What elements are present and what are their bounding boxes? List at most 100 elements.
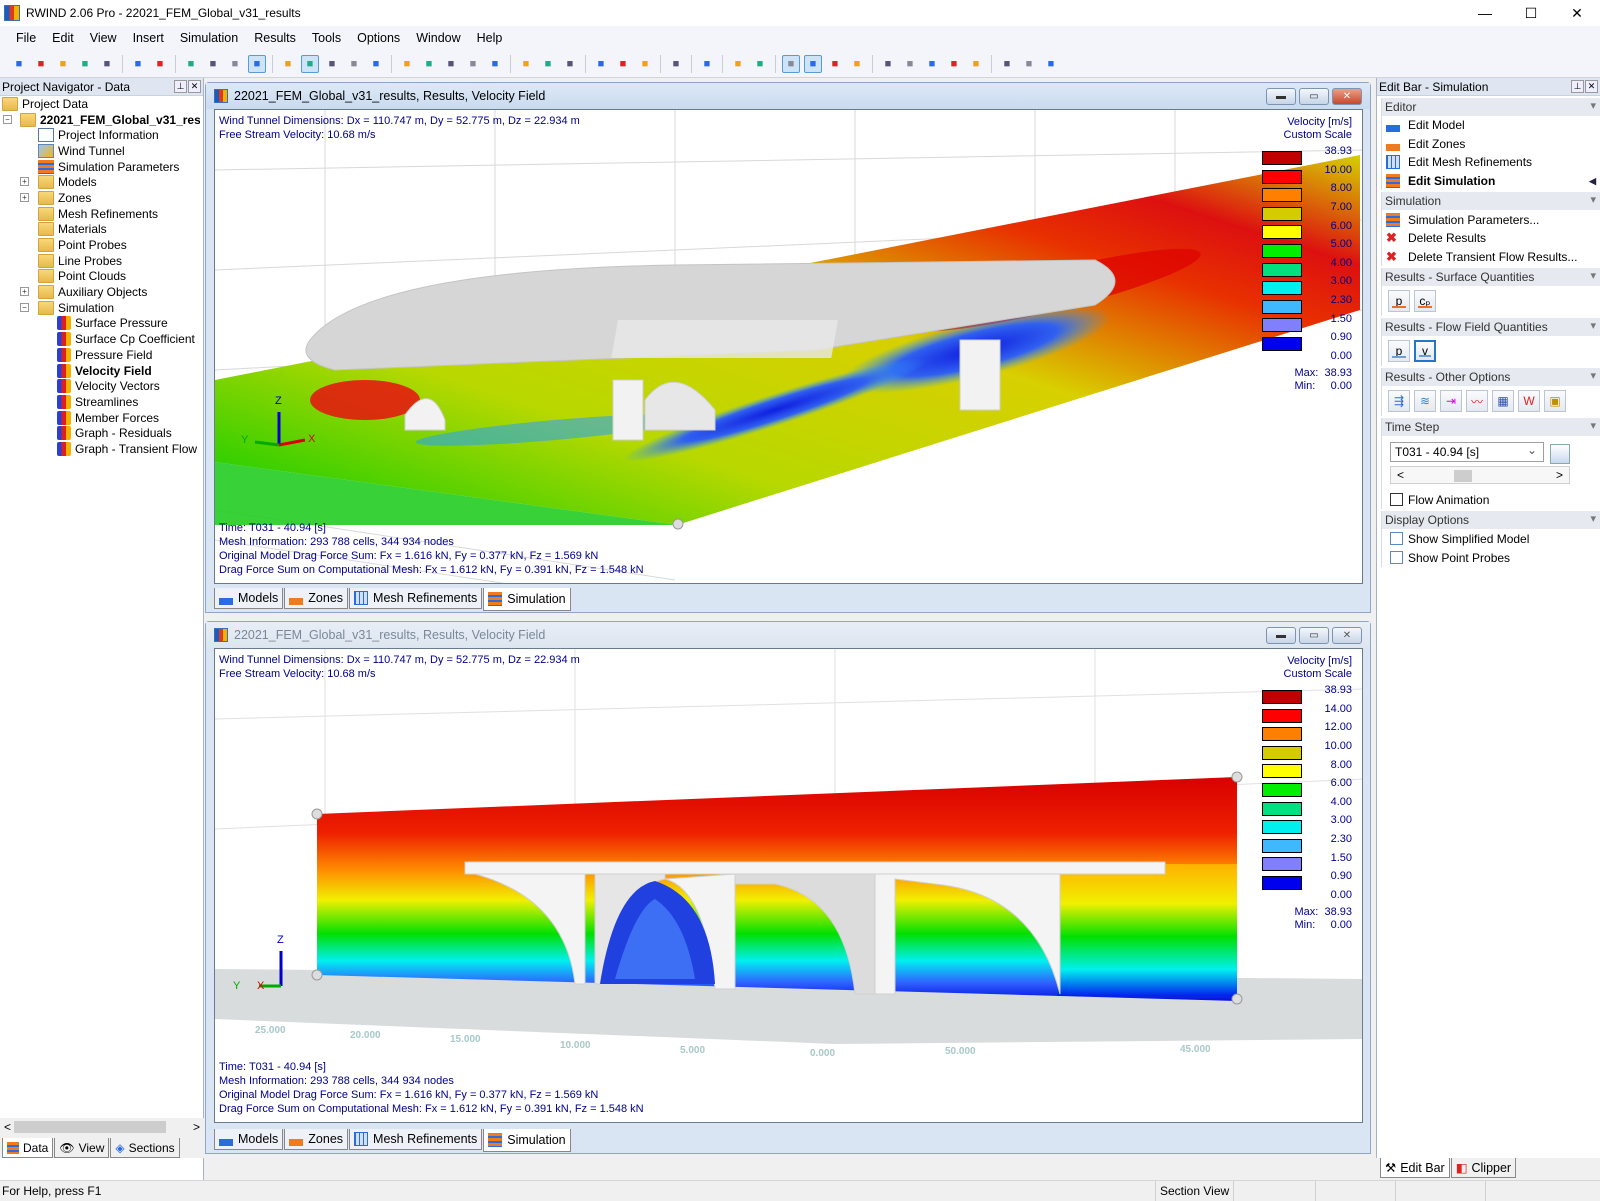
print-icon[interactable]: ■	[98, 55, 116, 73]
tab-mesh-refinements[interactable]: Mesh Refinements	[349, 1129, 483, 1150]
scroll-left-icon[interactable]: <	[1397, 468, 1404, 482]
delete-results-item[interactable]: ✖ Delete Results	[1382, 229, 1600, 248]
redo-icon[interactable]: ■	[151, 55, 169, 73]
tab-simulation[interactable]: Simulation	[483, 588, 571, 611]
tab-clipper[interactable]: ◧ Clipper	[1450, 1158, 1517, 1178]
rotate-icon[interactable]: ■	[323, 55, 341, 73]
iso-view-icon[interactable]: ■	[592, 55, 610, 73]
restore-button[interactable]: ▭	[1299, 627, 1329, 644]
tree-item-velocity-vectors[interactable]: Velocity Vectors	[0, 378, 203, 394]
section-header[interactable]: Time Step	[1382, 418, 1600, 437]
section-header[interactable]: Display Options	[1382, 511, 1600, 530]
new-icon[interactable]: ■	[10, 55, 28, 73]
status-section-view[interactable]: Section View	[1155, 1181, 1233, 1201]
open-icon[interactable]: ■	[32, 55, 50, 73]
expand-icon[interactable]: +	[20, 193, 29, 203]
expand-icon[interactable]: +	[20, 287, 29, 297]
move-icon[interactable]: ■	[345, 55, 363, 73]
minimize-button[interactable]: ▬	[1266, 88, 1296, 105]
render-icon[interactable]: ■	[182, 55, 200, 73]
zoom-all-icon[interactable]: ■	[486, 55, 504, 73]
rotate-right-icon[interactable]: ■	[561, 55, 579, 73]
collapse-icon[interactable]: −	[20, 302, 29, 312]
viewport-section[interactable]: Wind Tunnel Dimensions: Dx = 110.747 m, …	[214, 648, 1363, 1123]
pin-icon[interactable]: ⊥	[174, 80, 187, 93]
shaded-icon[interactable]: ■	[420, 55, 438, 73]
menu-simulation[interactable]: Simulation	[172, 31, 246, 45]
tab-mesh-refinements[interactable]: Mesh Refinements	[349, 588, 483, 609]
menu-tools[interactable]: Tools	[304, 31, 349, 45]
time-step-scrollbar[interactable]: < >	[1390, 466, 1570, 485]
tree-item-point-probes[interactable]: Point Probes	[0, 237, 203, 253]
edit-mesh-item[interactable]: Edit Mesh Refinements	[1382, 153, 1600, 172]
menu-window[interactable]: Window	[408, 31, 468, 45]
tree-item-materials[interactable]: Materials	[0, 222, 203, 238]
snap-icon[interactable]: ■	[226, 55, 244, 73]
menu-file[interactable]: File	[8, 31, 44, 45]
tree-item-surface-pressure[interactable]: Surface Pressure	[0, 316, 203, 332]
close-pane-icon[interactable]: ✕	[188, 80, 201, 93]
tree-item-project-information[interactable]: Project Information	[0, 127, 203, 143]
view-options-icon[interactable]: ■	[614, 55, 632, 73]
tree-item-graph-transient-flow[interactable]: Graph - Transient Flow	[0, 441, 203, 457]
tree-item-simulation[interactable]: − Simulation	[0, 300, 203, 316]
window-titlebar[interactable]: 22021_FEM_Global_v31_results, Results, V…	[206, 83, 1370, 109]
section-header[interactable]: Results - Surface Quantities	[1382, 268, 1600, 287]
section-header[interactable]: Results - Flow Field Quantities	[1382, 318, 1600, 337]
graph-button[interactable]: 〰	[1466, 390, 1488, 413]
delete-cut-icon[interactable]: ■	[1042, 55, 1060, 73]
menu-insert[interactable]: Insert	[125, 31, 172, 45]
viewport-3d[interactable]: Wind Tunnel Dimensions: Dx = 110.747 m, …	[214, 109, 1363, 584]
scroll-thumb[interactable]	[1454, 470, 1472, 483]
close-button[interactable]: ✕	[1554, 0, 1600, 26]
menu-options[interactable]: Options	[349, 31, 408, 45]
axis-icon[interactable]: ■	[636, 55, 654, 73]
close-pane-icon[interactable]: ✕	[1585, 80, 1598, 93]
clip-section-icon[interactable]: ■	[967, 55, 985, 73]
close-button[interactable]: ✕	[1332, 88, 1362, 105]
tree-item-wind-tunnel[interactable]: Wind Tunnel	[0, 143, 203, 159]
flow-velocity-button[interactable]: v	[1414, 340, 1436, 363]
scroll-right-icon[interactable]: >	[193, 1120, 200, 1134]
front-view-icon[interactable]: ■	[279, 55, 297, 73]
flow-animation-checkbox[interactable]: Flow Animation	[1382, 490, 1600, 509]
tree-item-simulation-parameters[interactable]: Simulation Parameters	[0, 159, 203, 175]
tab-sections[interactable]: ◈ Sections	[110, 1138, 180, 1158]
navigator-hscrollbar[interactable]: < >	[0, 1118, 204, 1136]
expand-icon[interactable]: +	[20, 177, 29, 187]
tree-item-streamlines[interactable]: Streamlines	[0, 394, 203, 410]
result-window-3d[interactable]: 22021_FEM_Global_v31_results, Results, V…	[205, 82, 1371, 613]
mesh-button[interactable]: ▦	[1492, 390, 1514, 413]
tree-item-mesh-refinements[interactable]: Mesh Refinements	[0, 206, 203, 222]
rotate-center-icon[interactable]: ■	[539, 55, 557, 73]
window-titlebar[interactable]: 22021_FEM_Global_v31_results, Results, V…	[206, 622, 1370, 648]
tab-zones[interactable]: Zones	[284, 1129, 349, 1150]
simulation-parameters-item[interactable]: Simulation Parameters...	[1382, 210, 1600, 229]
menu-help[interactable]: Help	[469, 31, 511, 45]
delete-view-icon[interactable]: ■	[301, 54, 319, 73]
zoom-icon[interactable]: ■	[464, 55, 482, 73]
probes-button[interactable]: ⇥	[1440, 390, 1462, 413]
flow-pressure-button[interactable]: p	[1388, 340, 1410, 363]
edit-zones-item[interactable]: Edit Zones	[1382, 135, 1600, 154]
restore-button[interactable]: ▭	[1299, 88, 1329, 105]
menu-edit[interactable]: Edit	[44, 31, 82, 45]
surface-pressure-button[interactable]: p	[1388, 290, 1410, 313]
tab-models[interactable]: Models	[214, 588, 284, 609]
display-4-icon[interactable]: ■	[848, 55, 866, 73]
clip-side-icon[interactable]: ■	[945, 55, 963, 73]
save-icon[interactable]: ■	[54, 55, 72, 73]
time-step-settings-button[interactable]	[1550, 444, 1570, 465]
tree-item-line-probes[interactable]: Line Probes	[0, 253, 203, 269]
minimize-button[interactable]: —	[1462, 0, 1508, 26]
tab-data[interactable]: Data	[2, 1138, 54, 1158]
edit-simulation-item[interactable]: Edit Simulation ◀	[1382, 172, 1600, 191]
report-button[interactable]: W	[1518, 390, 1540, 413]
cut-icon[interactable]: ■	[1020, 55, 1038, 73]
tree-item-point-clouds[interactable]: Point Clouds	[0, 269, 203, 285]
maximize-button[interactable]: ☐	[1508, 0, 1554, 26]
tab-models[interactable]: Models	[214, 1129, 284, 1150]
clip-box-icon[interactable]: ■	[879, 55, 897, 73]
show-simplified-model-checkbox[interactable]: Show Simplified Model	[1382, 529, 1600, 548]
collapse-icon[interactable]: −	[3, 114, 12, 124]
